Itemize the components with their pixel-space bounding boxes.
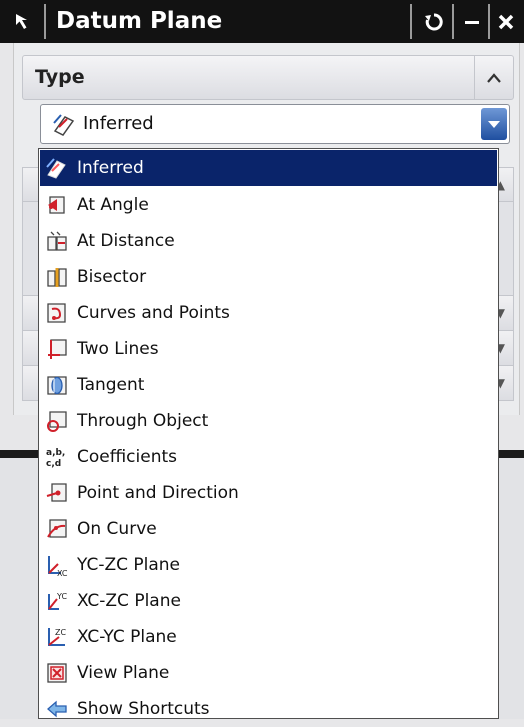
view-plane-icon	[45, 661, 69, 685]
xc-zc-plane-icon: YC	[45, 589, 69, 613]
dropdown-item-label: XC-YC Plane	[77, 627, 177, 647]
dropdown-item-label: Coefficients	[77, 447, 177, 467]
at-distance-icon	[45, 229, 69, 253]
type-dropdown-list: Inferred At Angle At Distance Bisector C…	[38, 148, 499, 719]
reset-icon[interactable]	[418, 4, 450, 39]
minimize-icon[interactable]	[456, 4, 488, 39]
dropdown-item-label: At Distance	[77, 231, 175, 251]
dropdown-item-tangent[interactable]: Tangent	[40, 367, 497, 403]
dropdown-item-curves-and-points[interactable]: Curves and Points	[40, 295, 497, 331]
dropdown-item-label: Show Shortcuts	[77, 699, 210, 719]
dropdown-item-label: Inferred	[77, 158, 144, 178]
chevron-down-icon[interactable]	[481, 108, 507, 140]
title-separator	[452, 4, 454, 39]
dropdown-item-on-curve[interactable]: On Curve	[40, 511, 497, 547]
point-and-direction-icon	[45, 481, 69, 505]
dropdown-item-label: XC-ZC Plane	[77, 591, 181, 611]
dropdown-item-xc-zc-plane[interactable]: YC XC-ZC Plane	[40, 583, 497, 619]
inferred-icon	[45, 156, 69, 180]
xc-yc-plane-icon: ZC	[45, 625, 69, 649]
inferred-icon	[51, 111, 77, 137]
dropdown-item-label: Curves and Points	[77, 303, 230, 323]
yc-zc-plane-icon: XC	[45, 553, 69, 577]
type-combo-value: Inferred	[83, 113, 154, 134]
svg-text:XC: XC	[57, 569, 68, 577]
dropdown-item-label: View Plane	[77, 663, 170, 683]
curves-and-points-icon	[45, 301, 69, 325]
dropdown-item-at-distance[interactable]: At Distance	[40, 223, 497, 259]
dropdown-item-xc-yc-plane[interactable]: ZC XC-YC Plane	[40, 619, 497, 655]
two-lines-icon	[45, 337, 69, 361]
coefficients-icon: a,b, c,d	[45, 445, 69, 469]
type-group-label: Type	[35, 66, 85, 88]
svg-text:ZC: ZC	[55, 628, 66, 637]
tangent-icon	[45, 373, 69, 397]
on-curve-icon	[45, 517, 69, 541]
at-angle-icon	[45, 193, 69, 217]
dropdown-item-label: At Angle	[77, 195, 149, 215]
dropdown-item-view-plane[interactable]: View Plane	[40, 655, 497, 691]
dropdown-item-coefficients[interactable]: a,b, c,d Coefficients	[40, 439, 497, 475]
type-combo-box[interactable]: Inferred	[40, 104, 510, 144]
dropdown-item-bisector[interactable]: Bisector	[40, 259, 497, 295]
select-arrow-icon[interactable]	[8, 6, 40, 38]
dropdown-item-label: Two Lines	[77, 339, 159, 359]
dropdown-item-yc-zc-plane[interactable]: XC YC-ZC Plane	[40, 547, 497, 583]
svg-text:a,b,: a,b,	[46, 448, 65, 458]
window-title: Datum Plane	[56, 8, 223, 34]
dropdown-item-label: Bisector	[77, 267, 147, 287]
title-bar: Datum Plane	[0, 0, 524, 43]
title-separator	[410, 4, 412, 39]
dropdown-item-label: Tangent	[77, 375, 145, 395]
dropdown-item-label: YC-ZC Plane	[77, 555, 181, 575]
svg-text:YC: YC	[56, 592, 67, 601]
dropdown-item-at-angle[interactable]: At Angle	[40, 187, 497, 223]
type-group-header[interactable]: Type	[22, 55, 514, 100]
dropdown-item-label: Point and Direction	[77, 483, 239, 503]
title-separator	[44, 4, 46, 39]
dropdown-item-label: On Curve	[77, 519, 157, 539]
svg-text:c,d: c,d	[46, 459, 61, 469]
dropdown-item-point-and-direction[interactable]: Point and Direction	[40, 475, 497, 511]
dropdown-item-through-object[interactable]: Through Object	[40, 403, 497, 439]
collapse-icon[interactable]	[474, 56, 513, 99]
show-shortcuts-icon	[45, 697, 69, 721]
bisector-icon	[45, 265, 69, 289]
dropdown-item-label: Through Object	[77, 411, 209, 431]
dropdown-item-show-shortcuts[interactable]: Show Shortcuts	[40, 691, 497, 727]
close-icon[interactable]	[490, 4, 522, 39]
dropdown-item-two-lines[interactable]: Two Lines	[40, 331, 497, 367]
through-object-icon	[45, 409, 69, 433]
dropdown-item-inferred[interactable]: Inferred	[40, 150, 497, 186]
